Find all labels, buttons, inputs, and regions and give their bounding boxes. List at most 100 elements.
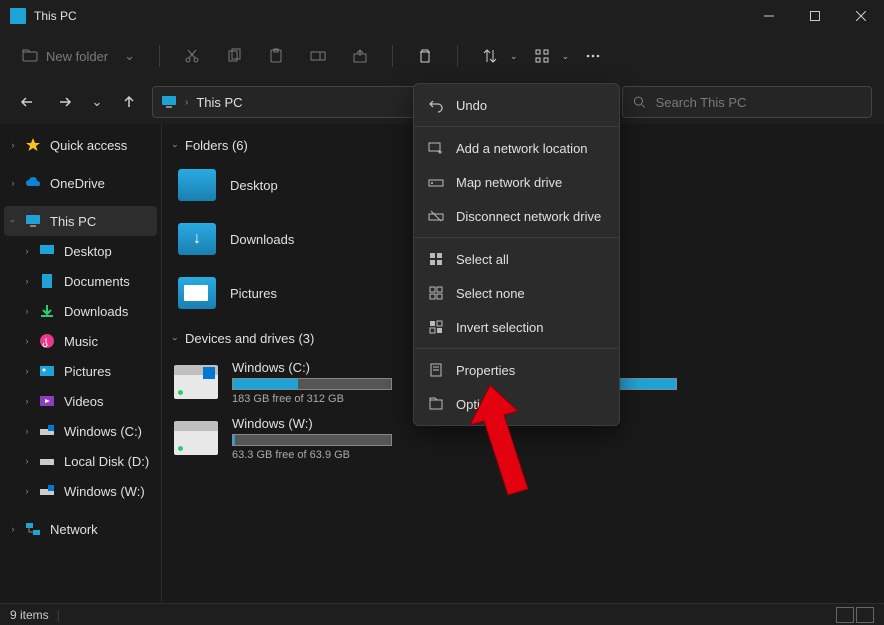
sidebar-item-desktop[interactable]: › Desktop (0, 236, 161, 266)
paste-icon[interactable] (258, 40, 294, 72)
cloud-icon (24, 174, 42, 192)
ctx-label: Map network drive (456, 175, 562, 190)
invert-selection-icon (428, 319, 444, 335)
details-view-button[interactable] (836, 607, 854, 623)
chevron-down-icon: ⌄ (124, 48, 135, 64)
share-icon[interactable] (342, 40, 378, 72)
sidebar-item-onedrive[interactable]: › OneDrive (0, 168, 161, 198)
sidebar-label: Network (50, 522, 98, 537)
search-box[interactable] (622, 86, 872, 118)
chevron-right-icon[interactable]: › (20, 276, 34, 286)
toolbar: New folder ⌄ ⌄ ⌄ (0, 32, 884, 80)
thumbnails-view-button[interactable] (856, 607, 874, 623)
sidebar-item-videos[interactable]: ›Videos (0, 386, 161, 416)
search-input[interactable] (656, 95, 861, 110)
section-title: Devices and drives (3) (185, 331, 314, 346)
sidebar-item-thispc[interactable]: › This PC (4, 206, 157, 236)
chevron-right-icon[interactable]: › (20, 456, 34, 466)
back-button[interactable] (12, 87, 42, 117)
chevron-right-icon[interactable]: › (6, 140, 20, 150)
chevron-right-icon[interactable]: › (20, 336, 34, 346)
options-icon (428, 396, 444, 412)
status-bar: 9 items | (0, 603, 884, 625)
network-icon (24, 520, 42, 538)
drive-icon (38, 482, 56, 500)
delete-icon[interactable] (407, 40, 443, 72)
view-icon[interactable] (524, 40, 560, 72)
sidebar-label: Desktop (64, 244, 112, 259)
separator (159, 45, 160, 67)
ctx-undo[interactable]: Undo (414, 88, 619, 122)
ctx-select-none[interactable]: Select none (414, 276, 619, 310)
sidebar-item-network[interactable]: › Network (0, 514, 161, 544)
copy-icon[interactable] (216, 40, 252, 72)
minimize-button[interactable] (746, 0, 792, 32)
chevron-right-icon[interactable]: › (20, 246, 34, 256)
sidebar-label: Pictures (64, 364, 111, 379)
close-button[interactable] (838, 0, 884, 32)
drive-free-text: 63.3 GB free of 63.9 GB (232, 449, 392, 461)
chevron-right-icon[interactable]: › (6, 178, 20, 188)
disconnect-drive-icon (428, 208, 444, 224)
chevron-right-icon[interactable]: › (20, 426, 34, 436)
sidebar-item-music[interactable]: › Music (0, 326, 161, 356)
ctx-map-network[interactable]: Map network drive (414, 165, 619, 199)
ctx-label: Select none (456, 286, 525, 301)
sidebar-item-documents[interactable]: › Documents (0, 266, 161, 296)
chevron-down-icon[interactable]: ⌄ (562, 51, 570, 62)
folder-label: Pictures (230, 286, 277, 301)
chevron-down-icon[interactable]: › (8, 214, 18, 228)
chevron-right-icon[interactable]: › (20, 396, 34, 406)
sidebar-label: OneDrive (50, 176, 105, 191)
new-folder-label: New folder (46, 49, 108, 64)
drive-icon (174, 421, 218, 455)
ctx-options[interactable]: Options (414, 387, 619, 421)
sidebar-item-downloads[interactable]: ›Downloads (0, 296, 161, 326)
ctx-add-network[interactable]: Add a network location (414, 131, 619, 165)
forward-button[interactable] (50, 87, 80, 117)
sidebar-label: Windows (W:) (64, 484, 145, 499)
sidebar-label: Local Disk (D:) (64, 454, 149, 469)
chevron-right-icon[interactable]: › (20, 486, 34, 496)
drive-usage-bar (232, 378, 392, 390)
chevron-right-icon[interactable]: › (20, 306, 34, 316)
rename-icon[interactable] (300, 40, 336, 72)
folder-label: Downloads (230, 232, 294, 247)
folder-icon (178, 223, 216, 255)
videos-icon (38, 392, 56, 410)
recent-dropdown[interactable]: ⌄ (88, 87, 106, 117)
sidebar-item-windows-c[interactable]: ›Windows (C:) (0, 416, 161, 446)
music-icon (38, 332, 56, 350)
ctx-label: Disconnect network drive (456, 209, 601, 224)
breadcrumb-location[interactable]: This PC (196, 95, 242, 110)
downloads-icon (38, 302, 56, 320)
sidebar-label: This PC (50, 214, 96, 229)
ctx-select-all[interactable]: Select all (414, 242, 619, 276)
ctx-disconnect-network[interactable]: Disconnect network drive (414, 199, 619, 233)
folder-icon (178, 277, 216, 309)
ctx-properties[interactable]: Properties (414, 353, 619, 387)
cut-icon[interactable] (174, 40, 210, 72)
sidebar-item-local-d[interactable]: › Local Disk (D:) (0, 446, 161, 476)
ctx-invert-selection[interactable]: Invert selection (414, 310, 619, 344)
more-icon[interactable] (575, 40, 611, 72)
sidebar-label: Documents (64, 274, 130, 289)
sidebar-item-windows-w[interactable]: › Windows (W:) (0, 476, 161, 506)
pictures-icon (38, 362, 56, 380)
up-button[interactable] (114, 87, 144, 117)
ctx-label: Add a network location (456, 141, 588, 156)
select-none-icon (428, 285, 444, 301)
sidebar-item-pictures[interactable]: › Pictures (0, 356, 161, 386)
chevron-down-icon: › (171, 144, 181, 147)
new-folder-button[interactable]: New folder ⌄ (12, 44, 145, 68)
network-add-icon (428, 140, 444, 156)
maximize-button[interactable] (792, 0, 838, 32)
separator (414, 126, 619, 127)
sort-icon[interactable] (472, 40, 508, 72)
star-icon (24, 136, 42, 154)
sidebar-label: Music (64, 334, 98, 349)
chevron-right-icon[interactable]: › (20, 366, 34, 376)
chevron-right-icon[interactable]: › (6, 524, 20, 534)
chevron-down-icon[interactable]: ⌄ (510, 51, 518, 62)
sidebar-item-quickaccess[interactable]: › Quick access (0, 130, 161, 160)
